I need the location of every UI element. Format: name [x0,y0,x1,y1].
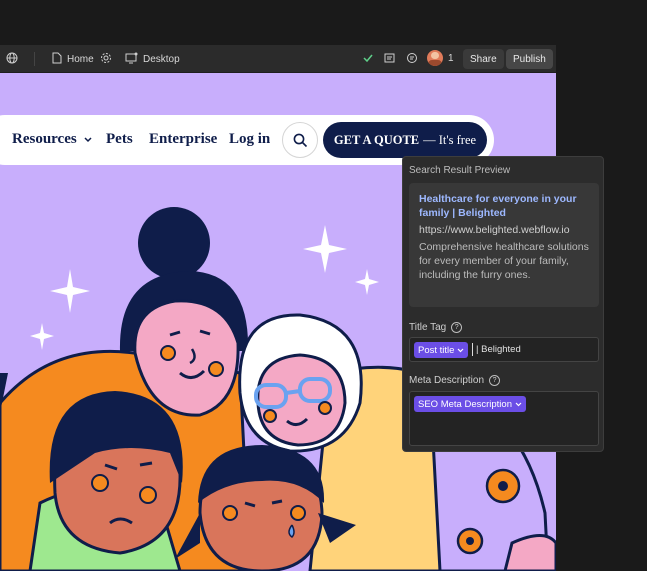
chevron-down-icon [457,345,464,356]
pages-icon[interactable] [384,52,396,67]
post-title-token[interactable]: Post title [414,342,469,358]
page-icon [52,52,62,67]
meta-description-field[interactable]: SEO Meta Description [409,391,599,446]
comment-icon[interactable] [406,52,418,67]
seo-meta-description-token[interactable]: SEO Meta Description [414,396,526,412]
title-tag-label: Title Tag ? [409,322,463,333]
publish-button[interactable]: Publish [506,49,553,69]
chevron-down-icon [515,399,522,410]
search-result-preview: Healthcare for everyone in your family |… [409,183,599,307]
collaborator-count: 1 [448,52,454,64]
toolbar-divider [34,52,35,66]
breakpoint-label: Desktop [143,54,180,65]
collaborators[interactable]: 1 [427,50,454,66]
page-selector[interactable]: Home [52,52,94,67]
seo-settings-panel: Search Result Preview Healthcare for eve… [402,156,604,452]
preview-title: Healthcare for everyone in your family |… [419,193,577,219]
share-button[interactable]: Share [463,49,504,69]
page-label: Home [67,54,94,65]
gear-icon[interactable] [100,52,112,67]
panel-title: Search Result Preview [409,165,511,176]
desktop-icon [125,52,138,67]
editor-toolbar: Home Desktop 1 Share Publish [0,45,556,73]
title-tag-suffix: | Belighted [476,344,521,355]
check-icon[interactable] [362,52,374,67]
globe-icon[interactable] [6,52,18,67]
help-icon[interactable]: ? [451,322,463,333]
text-caret [472,343,473,356]
breakpoint-selector[interactable]: Desktop [125,52,180,67]
title-tag-field[interactable]: Post title | Belighted [409,337,599,362]
avatar [427,50,443,66]
help-icon[interactable]: ? [489,375,501,386]
meta-description-label: Meta Description ? [409,375,501,386]
preview-url: https://www.belighted.webflow.io [419,224,570,236]
preview-description: Comprehensive healthcare solutions for e… [419,241,589,281]
